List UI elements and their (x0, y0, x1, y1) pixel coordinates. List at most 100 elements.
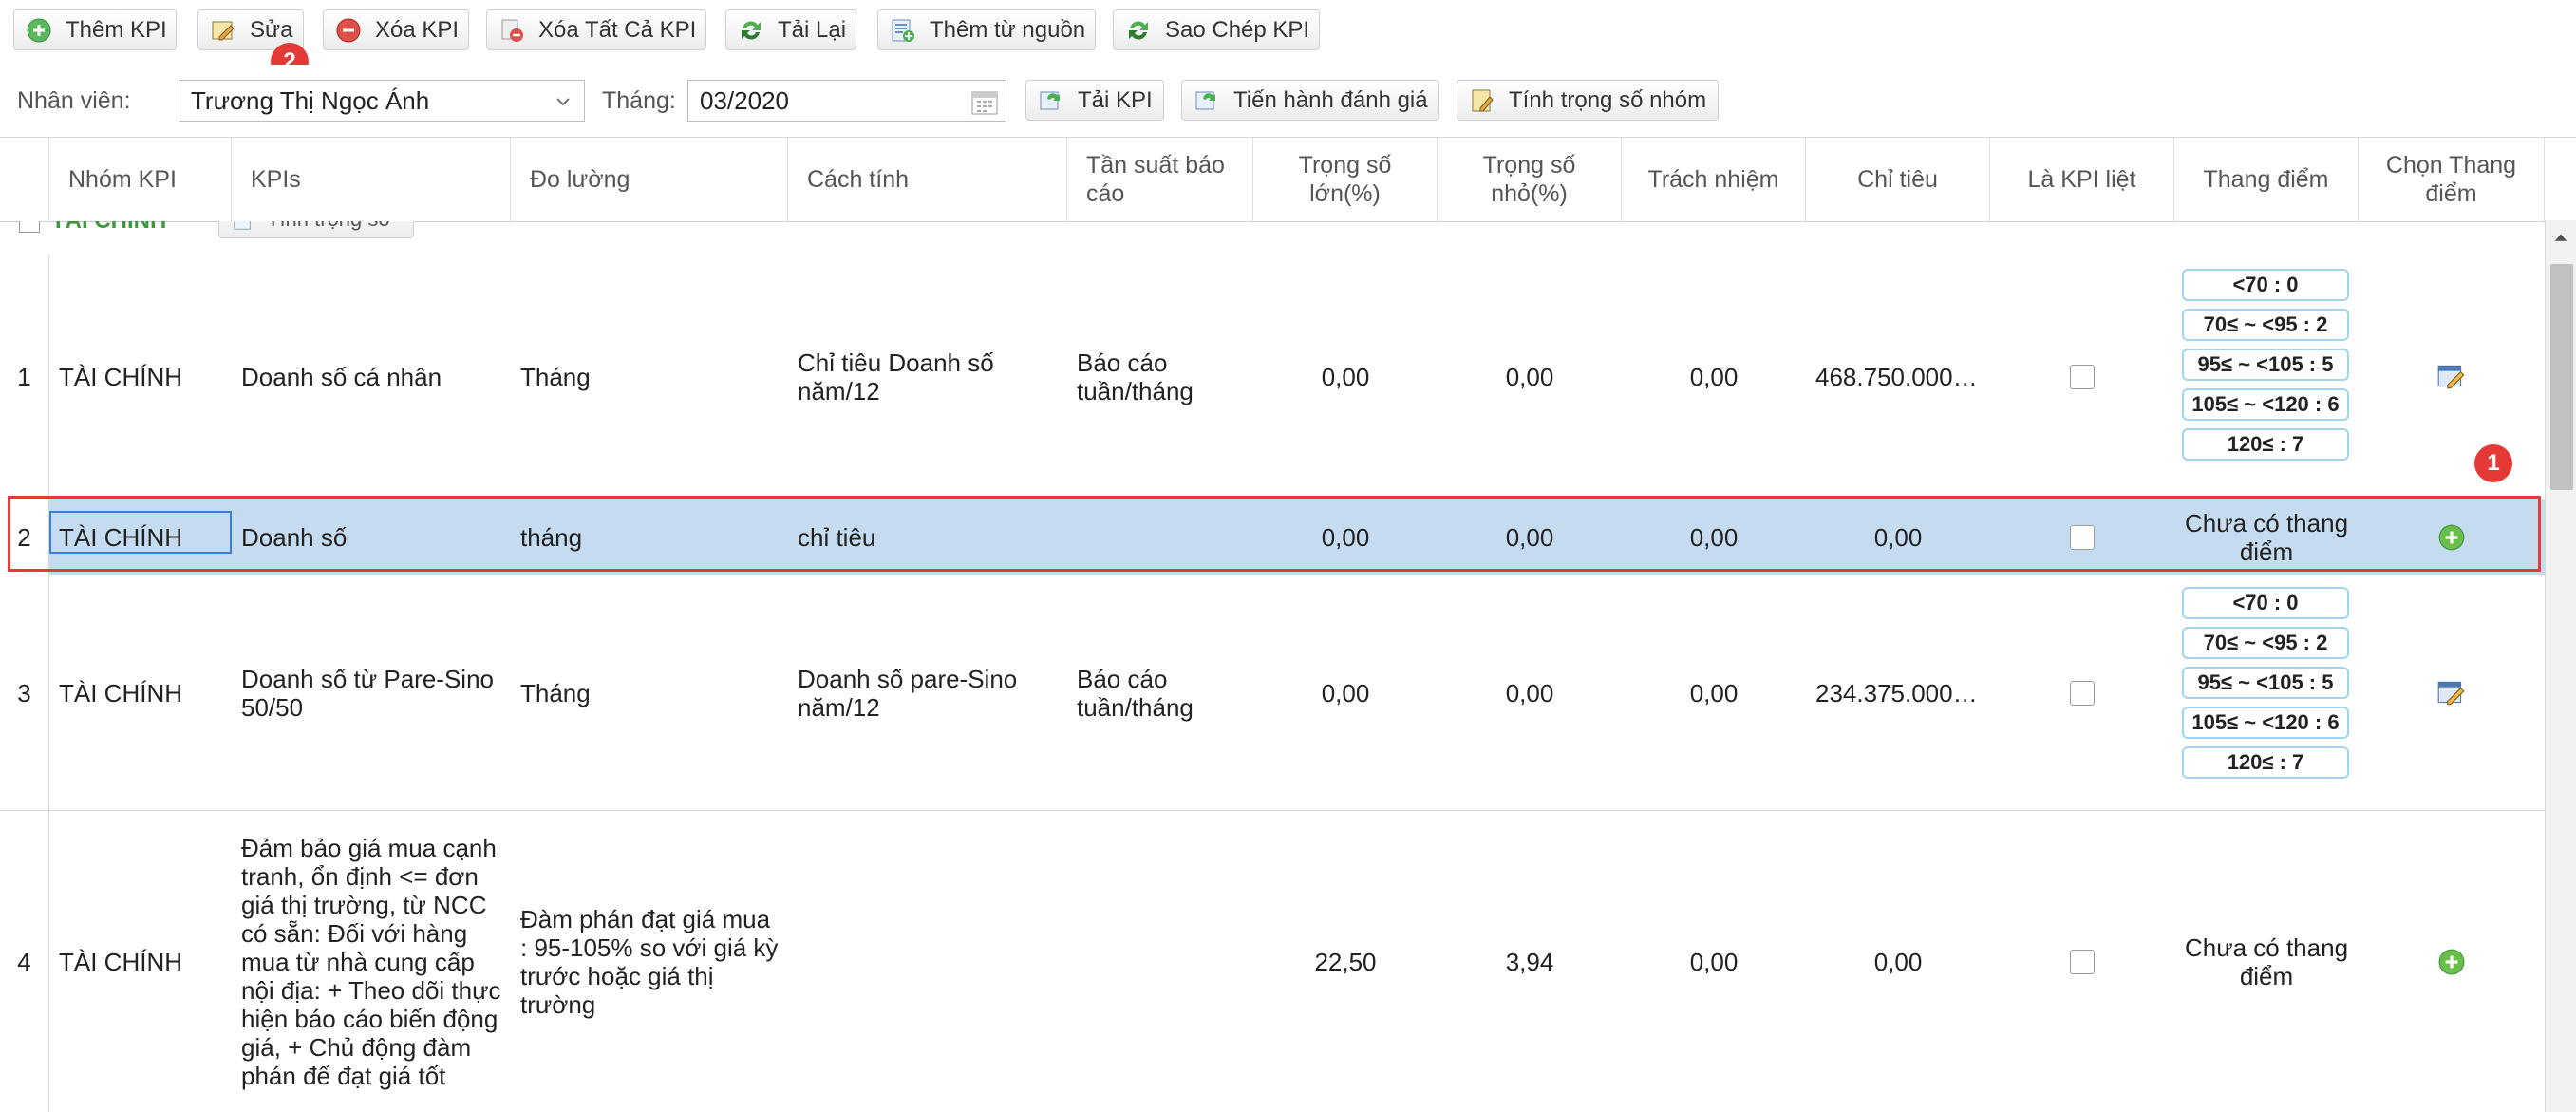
chevron-down-icon (556, 98, 570, 106)
cell-major-weight[interactable]: 0,00 (1253, 255, 1438, 499)
group-row: TÀI CHÍNH Tính trọng số (0, 221, 2545, 256)
reload-button[interactable]: Tải Lại (725, 9, 856, 50)
cell-major-weight[interactable]: 0,00 (1253, 575, 1438, 810)
vertical-scrollbar[interactable] (2545, 220, 2576, 1112)
copy-kpi-button[interactable]: Sao Chép KPI (1113, 9, 1320, 50)
delete-all-icon (501, 19, 523, 42)
cell-major-weight[interactable]: 22,50 (1253, 811, 1438, 1112)
col-header-frequency[interactable]: Tần suất báo cáo (1067, 138, 1253, 221)
cell-choose-scale (2359, 811, 2545, 1112)
col-header-scale[interactable]: Thang điểm (2174, 138, 2359, 221)
cell-major-weight[interactable]: 0,00 (1253, 499, 1438, 575)
cell-responsibility[interactable]: 0,00 (1622, 575, 1806, 810)
load-icon (1040, 91, 1060, 109)
table-row-selected[interactable]: 2 TÀI CHÍNH Doanh số tháng chỉ tiêu 0,00… (0, 499, 2545, 575)
cell-choose-scale (2359, 255, 2545, 499)
scale-list: <70 : 0 70≤ ~ <95 : 2 95≤ ~ <105 : 5 105… (2182, 587, 2349, 786)
month-input[interactable]: 03/2020 (687, 80, 1006, 122)
add-icon[interactable] (2437, 523, 2466, 552)
kpi-list-checkbox[interactable] (2070, 365, 2095, 389)
col-header-choose-scale[interactable]: Chọn Thang điểm (2359, 138, 2545, 221)
cell-choose-scale (2359, 575, 2545, 810)
kpi-grid: Nhóm KPI KPIs Đo lường Cách tính Tần suấ… (0, 137, 2576, 1112)
scale-badge: 105≤ ~ <120 : 6 (2182, 388, 2349, 421)
cell-frequency[interactable] (1067, 499, 1253, 575)
cell-minor-weight[interactable]: 0,00 (1438, 255, 1622, 499)
scale-badge: 120≤ : 7 (2182, 428, 2349, 461)
cell-method[interactable]: chỉ tiêu (788, 499, 1067, 575)
table-row[interactable]: 1 TÀI CHÍNH Doanh số cá nhân Tháng Chỉ t… (0, 255, 2545, 499)
col-header-is-kpi-list[interactable]: Là KPI liệt (1990, 138, 2174, 221)
cell-frequency[interactable]: Báo cáo tuần/tháng (1067, 255, 1253, 499)
col-header-measure[interactable]: Đo lường (511, 138, 788, 221)
cell-group[interactable]: TÀI CHÍNH (49, 499, 232, 575)
calendar-icon[interactable] (969, 86, 1000, 117)
row-number: 1 (0, 255, 49, 499)
rownum-header (0, 138, 49, 221)
pencil-edit-icon[interactable] (2435, 361, 2468, 393)
cell-method[interactable] (788, 811, 1067, 1112)
col-header-responsibility[interactable]: Trách nhiệm (1622, 138, 1806, 221)
col-header-method[interactable]: Cách tính (788, 138, 1067, 221)
kpi-list-checkbox[interactable] (2070, 680, 2095, 706)
row-number: 2 (0, 499, 49, 575)
cell-minor-weight[interactable]: 3,94 (1438, 811, 1622, 1112)
add-kpi-button[interactable]: Thêm KPI (13, 9, 177, 50)
cell-kpi[interactable]: Doanh số (232, 499, 511, 575)
cell-minor-weight[interactable]: 0,00 (1438, 499, 1622, 575)
cell-group[interactable]: TÀI CHÍNH (49, 811, 232, 1112)
col-header-kpis[interactable]: KPIs (232, 138, 511, 221)
pencil-edit-icon[interactable] (2435, 677, 2468, 709)
table-row[interactable]: 3 TÀI CHÍNH Doanh số từ Pare-Sino 50/50 … (0, 575, 2545, 811)
delete-kpi-button[interactable]: Xóa KPI (323, 9, 469, 50)
kpi-list-checkbox[interactable] (2070, 949, 2095, 974)
calc-group-weight-button[interactable]: Tính trọng số nhóm (1457, 80, 1719, 121)
run-evaluation-button[interactable]: Tiến hành đánh giá (1181, 80, 1439, 121)
scrollbar-thumb[interactable] (2550, 264, 2573, 490)
delete-icon (336, 18, 361, 42)
cell-is-kpi-list (1990, 255, 2174, 499)
cell-measure[interactable]: tháng (511, 499, 788, 575)
cell-is-kpi-list (1990, 811, 2174, 1112)
cell-responsibility[interactable]: 0,00 (1622, 499, 1806, 575)
cell-kpi[interactable]: Doanh số từ Pare-Sino 50/50 (232, 575, 511, 810)
month-label: Tháng: (602, 87, 676, 114)
scroll-up-icon[interactable] (2552, 230, 2569, 247)
cell-group[interactable]: TÀI CHÍNH (49, 255, 232, 499)
cell-method[interactable]: Doanh số pare-Sino năm/12 (788, 575, 1067, 810)
delete-all-kpi-button[interactable]: Xóa Tất Cả KPI (486, 9, 706, 50)
col-header-minor-weight[interactable]: Trọng số nhỏ(%) (1438, 138, 1622, 221)
cell-kpi[interactable]: Doanh số cá nhân (232, 255, 511, 499)
kpi-list-checkbox[interactable] (2070, 524, 2095, 550)
cell-responsibility[interactable]: 0,00 (1622, 811, 1806, 1112)
row-number: 4 (0, 811, 49, 1112)
add-icon[interactable] (2437, 948, 2466, 976)
row-number: 3 (0, 575, 49, 810)
table-row[interactable]: 4 TÀI CHÍNH Đảm bảo giá mua cạnh tranh, … (0, 811, 2545, 1112)
cell-kpi[interactable]: Đảm bảo giá mua cạnh tranh, ổn định <= đ… (232, 811, 511, 1112)
scale-badge: 105≤ ~ <120 : 6 (2182, 707, 2349, 739)
cell-target[interactable]: 0,00 (1806, 811, 1990, 1112)
cell-measure[interactable]: Tháng (511, 575, 788, 810)
cell-method[interactable]: Chỉ tiêu Doanh số năm/12 (788, 255, 1067, 499)
cell-measure[interactable]: Đàm phán đạt giá mua : 95-105% so với gi… (511, 811, 788, 1112)
col-header-target[interactable]: Chỉ tiêu (1806, 138, 1990, 221)
cell-group[interactable]: TÀI CHÍNH (49, 575, 232, 810)
copy-icon (1129, 20, 1148, 40)
cell-minor-weight[interactable]: 0,00 (1438, 575, 1622, 810)
cell-frequency[interactable]: Báo cáo tuần/tháng (1067, 575, 1253, 810)
cell-target[interactable]: 234.375.000… (1806, 575, 1990, 810)
col-header-major-weight[interactable]: Trọng số lớn(%) (1253, 138, 1438, 221)
load-kpi-button[interactable]: Tải KPI (1025, 80, 1164, 121)
cell-target[interactable]: 468.750.000… (1806, 255, 1990, 499)
cell-responsibility[interactable]: 0,00 (1622, 255, 1806, 499)
employee-select[interactable]: Trương Thị Ngọc Ánh (179, 80, 585, 122)
group-weight-button[interactable]: Tính trọng số (218, 221, 414, 238)
group-collapse-toggle[interactable] (19, 221, 40, 233)
add-from-source-button[interactable]: Thêm từ nguồn (877, 9, 1096, 50)
col-header-group[interactable]: Nhóm KPI (49, 138, 232, 221)
cell-target[interactable]: 0,00 (1806, 499, 1990, 575)
scale-badge: <70 : 0 (2182, 587, 2349, 619)
cell-measure[interactable]: Tháng (511, 255, 788, 499)
cell-frequency[interactable] (1067, 811, 1253, 1112)
